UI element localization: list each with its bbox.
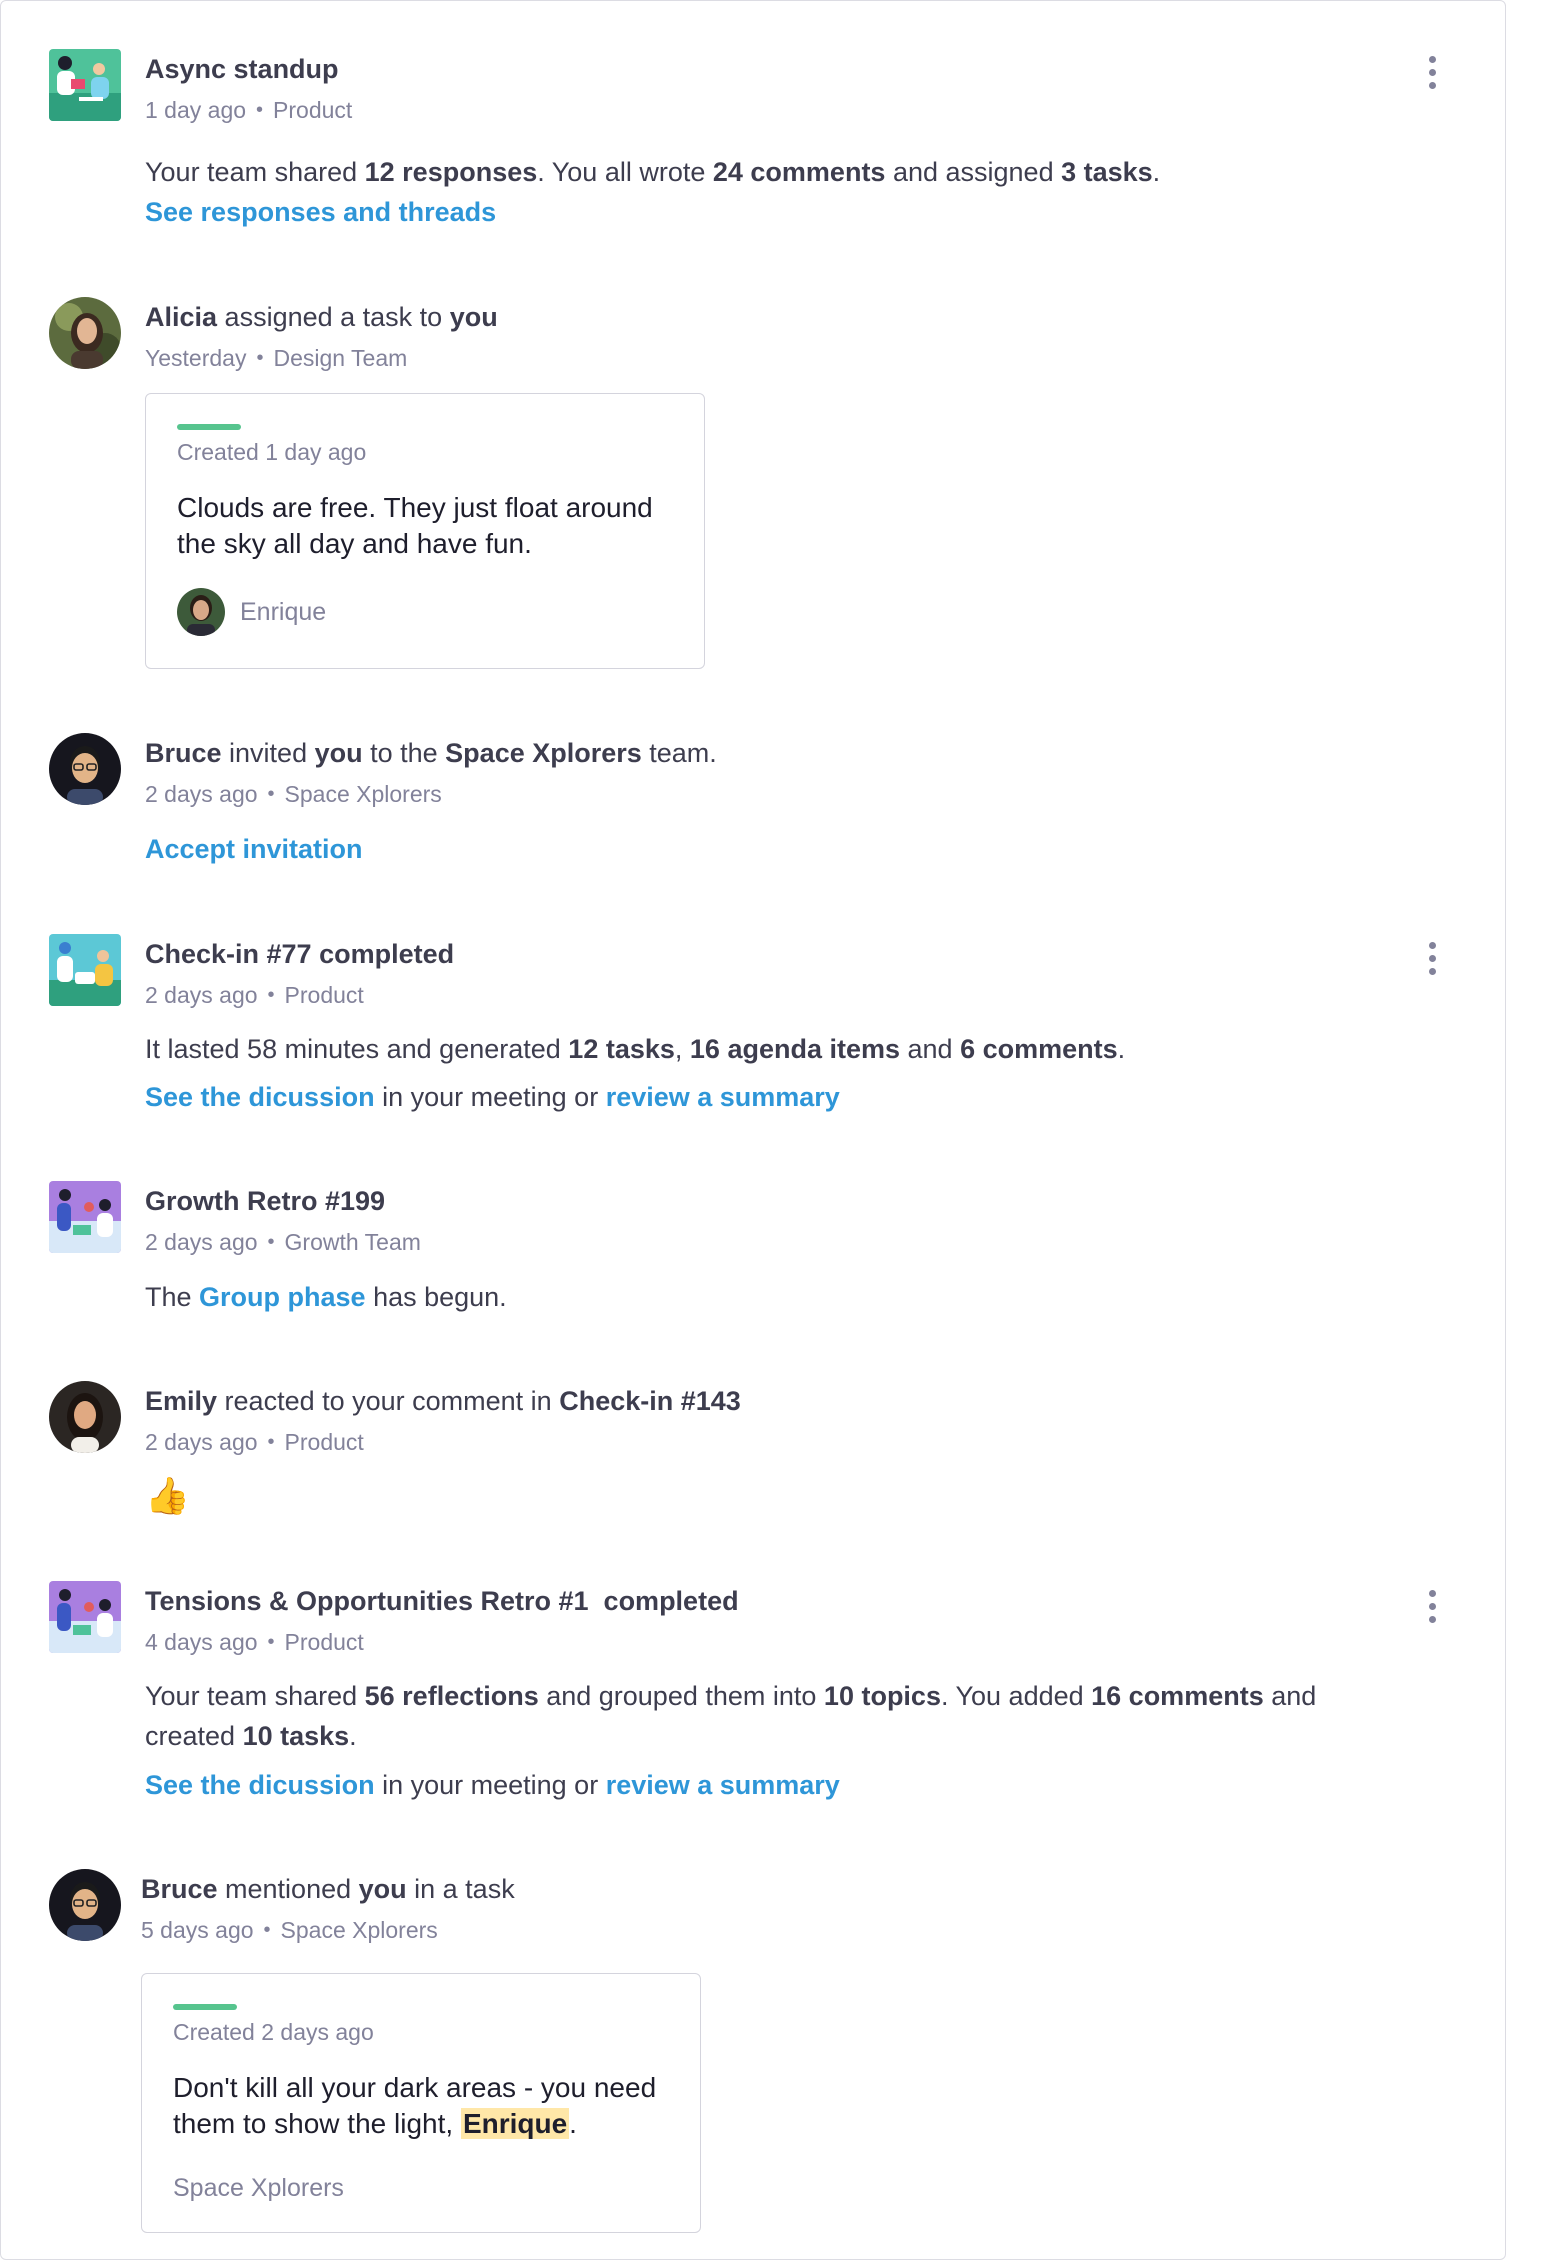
user-name[interactable]: Bruce — [141, 1874, 218, 1904]
async-standup-illustration — [49, 49, 121, 121]
more-options-icon[interactable] — [1421, 53, 1445, 93]
async-standup-title[interactable]: Async standup — [145, 51, 339, 87]
bruce-invite-title: Bruce invited you to the Space Xplorers … — [145, 738, 717, 768]
alicia-task-title: Alicia assigned a task to you — [145, 302, 498, 332]
task-created-date: Created 1 day ago — [177, 439, 367, 465]
user-name[interactable]: Emily — [145, 1386, 217, 1416]
timestamp: 2 days ago — [145, 982, 258, 1008]
task-card[interactable]: Created 1 day ago Clouds are free. They … — [145, 393, 705, 669]
team-name[interactable]: Product — [273, 97, 352, 123]
checkin-illustration — [49, 934, 121, 1006]
user-name[interactable]: Bruce — [145, 738, 222, 768]
bruce-mention-title: Bruce mentioned you in a task — [141, 1874, 515, 1904]
task-team-name: Space Xplorers — [173, 2174, 344, 2202]
mention-highlight[interactable]: Enrique — [460, 2108, 570, 2139]
accept-invitation-link[interactable]: Accept invitation — [145, 834, 363, 864]
tensions-retro-meta: 4 days ago • Product — [145, 1626, 364, 1660]
checkin-77-summary: It lasted 58 minutes and generated 12 ta… — [145, 1034, 1126, 1064]
tensions-retro-links: See the dicussion in your meeting or rev… — [145, 1770, 840, 1800]
meta-separator: • — [267, 783, 275, 805]
timestamp: 2 days ago — [145, 1429, 258, 1455]
team-name[interactable]: Product — [285, 1629, 364, 1655]
growth-retro-meta: 2 days ago • Growth Team — [145, 1226, 421, 1260]
more-options-icon[interactable] — [1421, 1587, 1445, 1627]
team-link[interactable]: Space Xplorers — [445, 738, 642, 768]
review-summary-link[interactable]: review a summary — [606, 1770, 840, 1800]
retro-illustration — [49, 1181, 121, 1253]
checkin-77-meta: 2 days ago • Product — [145, 979, 364, 1013]
task-status-bar — [177, 424, 241, 430]
team-name[interactable]: Space Xplorers — [285, 781, 442, 807]
retro-illustration — [49, 1581, 121, 1653]
activity-feed: Async standup 1 day ago • Product Your tea… — [0, 0, 1506, 2260]
growth-retro-summary: The Group phase has begun. — [145, 1282, 507, 1312]
team-name[interactable]: Growth Team — [285, 1229, 421, 1255]
emily-reaction-meta: 2 days ago • Product — [145, 1426, 364, 1460]
task-text: Don't kill all your dark areas - you nee… — [173, 2072, 657, 2139]
group-phase-link[interactable]: Group phase — [199, 1282, 366, 1312]
timestamp: 5 days ago — [141, 1917, 254, 1943]
thumbs-up-icon: 👍 — [145, 1476, 190, 1517]
bruce-mention-meta: 5 days ago • Space Xplorers — [141, 1914, 438, 1948]
timestamp: 4 days ago — [145, 1629, 258, 1655]
checkin-77-links: See the dicussion in your meeting or rev… — [145, 1082, 840, 1112]
meeting-link[interactable]: Check-in #143 — [559, 1386, 741, 1416]
meta-separator: • — [267, 984, 275, 1006]
task-text: Clouds are free. They just float around … — [177, 492, 653, 559]
team-name[interactable]: Design Team — [273, 345, 407, 371]
timestamp: 1 day ago — [145, 97, 247, 123]
bruce-invite-meta: 2 days ago • Space Xplorers — [145, 778, 442, 812]
meta-separator: • — [256, 347, 264, 369]
avatar[interactable] — [49, 1869, 121, 1941]
task-status-bar — [173, 2004, 237, 2010]
task-created-date: Created 2 days ago — [173, 2019, 374, 2045]
timestamp: Yesterday — [145, 345, 247, 371]
see-discussion-link[interactable]: See the dicussion — [145, 1770, 375, 1800]
more-options-icon[interactable] — [1421, 939, 1445, 979]
async-standup-summary: Your team shared 12 responses. You all w… — [145, 157, 1161, 187]
task-card[interactable]: Created 2 days ago Don't kill all your d… — [141, 1973, 701, 2233]
meta-separator: • — [267, 1631, 275, 1653]
tensions-retro-title[interactable]: Tensions & Opportunities Retro #1 comple… — [145, 1583, 739, 1619]
team-name[interactable]: Space Xplorers — [281, 1917, 438, 1943]
meta-separator: • — [267, 1231, 275, 1253]
async-standup-link-row: See responses and threads — [145, 192, 496, 232]
review-summary-link[interactable]: review a summary — [606, 1082, 840, 1112]
timestamp: 2 days ago — [145, 1229, 258, 1255]
emily-reaction-title: Emily reacted to your comment in Check-i… — [145, 1386, 741, 1416]
meta-separator: • — [256, 99, 264, 121]
bruce-invite-link-row: Accept invitation — [145, 829, 363, 869]
avatar[interactable] — [49, 733, 121, 805]
checkin-77-title[interactable]: Check-in #77 completed — [145, 936, 454, 972]
task-assignee-name: Enrique — [240, 598, 327, 626]
async-standup-meta: 1 day ago • Product — [145, 94, 352, 128]
tensions-retro-summary: Your team shared 56 reflections and grou… — [145, 1681, 1317, 1751]
team-name[interactable]: Product — [285, 982, 364, 1008]
task-assignee-avatar — [177, 588, 225, 636]
see-responses-link[interactable]: See responses and threads — [145, 197, 496, 227]
growth-retro-title[interactable]: Growth Retro #199 — [145, 1183, 385, 1219]
avatar[interactable] — [49, 297, 121, 369]
avatar[interactable] — [49, 1381, 121, 1453]
team-name[interactable]: Product — [285, 1429, 364, 1455]
meta-separator: • — [267, 1431, 275, 1453]
user-name[interactable]: Alicia — [145, 302, 217, 332]
meta-separator: • — [263, 1919, 271, 1941]
timestamp: 2 days ago — [145, 781, 258, 807]
see-discussion-link[interactable]: See the dicussion — [145, 1082, 375, 1112]
alicia-task-meta: Yesterday • Design Team — [145, 342, 407, 376]
